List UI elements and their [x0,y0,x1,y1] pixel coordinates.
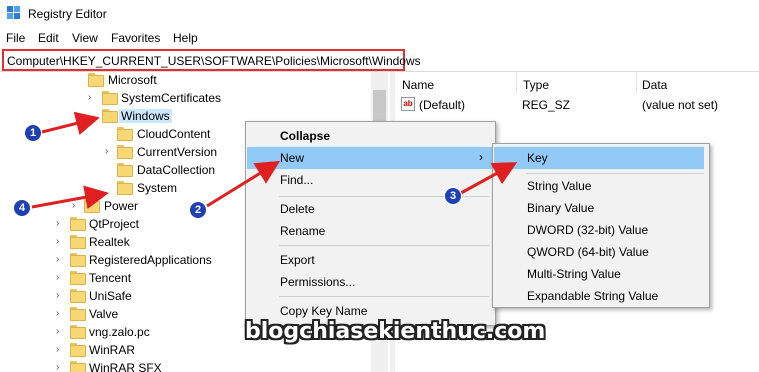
watermark: blogchiasekienthuc.com [245,319,546,344]
folder-icon [70,253,86,267]
tree-label: Valve [89,307,119,321]
chevron-right-icon[interactable]: › [56,344,66,356]
tree-label: WinRAR SFX [89,361,162,372]
step-marker-4: 4 [13,199,31,217]
folder-icon [117,163,133,177]
tree-label: Tencent [89,271,132,285]
chevron-right-icon[interactable]: › [56,254,66,266]
folder-icon [70,343,86,357]
chevron-right-icon[interactable]: › [56,236,66,248]
chevron-right-icon: › [479,150,483,164]
address-bar[interactable]: Computer\HKEY_CURRENT_USER\SOFTWARE\Poli… [2,49,421,71]
chevron-right-icon[interactable]: › [56,290,66,302]
menu-edit[interactable]: Edit [38,31,59,45]
submenu-item-binary-value[interactable]: Binary Value [494,197,710,219]
chevron-right-icon[interactable]: › [56,218,66,230]
menu-item-collapse[interactable]: Collapse [247,125,496,147]
folder-icon [117,181,133,195]
menu-item-rename[interactable]: Rename [247,220,496,242]
submenu-item-key[interactable]: Key [494,147,704,169]
column-type[interactable]: Type [523,78,549,92]
menu-separator [526,173,704,174]
value-type: REG_SZ [522,98,571,112]
value-data: (value not set) [642,98,719,112]
new-submenu: Key String Value Binary Value DWORD (32-… [492,143,710,308]
chevron-down-icon[interactable]: ⌄ [88,110,98,122]
menu-bar: File Edit View Favorites Help [0,28,759,48]
folder-icon [70,361,86,372]
folder-icon [70,217,86,231]
submenu-item-qword-value[interactable]: QWORD (64-bit) Value [494,241,710,263]
menu-item-permissions[interactable]: Permissions... [247,271,496,293]
list-row[interactable]: ab (Default) REG_SZ (value not set) [395,96,759,114]
menu-view[interactable]: View [72,31,98,45]
column-divider[interactable] [636,72,637,94]
menu-file[interactable]: File [6,31,25,45]
tree-label: CloudContent [137,127,211,141]
chevron-right-icon[interactable]: › [72,200,82,212]
menu-separator [279,296,489,297]
chevron-right-icon[interactable]: › [56,308,66,320]
chevron-right-icon[interactable]: › [88,92,98,104]
column-divider[interactable] [516,72,517,94]
tree-label: System [137,181,178,195]
folder-icon [102,109,118,123]
folder-icon [117,145,133,159]
tree-label: DataCollection [137,163,216,177]
chevron-right-icon[interactable]: › [56,326,66,338]
folder-icon [88,73,104,87]
tree-label: vng.zalo.pc [89,325,150,339]
tree-label: Power [104,199,139,213]
tree-label: RegisteredApplications [89,253,212,267]
step-marker-1: 1 [24,124,42,142]
folder-icon [70,307,86,321]
menu-item-new[interactable]: New › [247,147,496,169]
tree-label: SystemCertificates [121,91,222,105]
folder-icon [70,325,86,339]
tree-label: WinRAR [89,343,136,357]
menu-separator [279,245,489,246]
column-name[interactable]: Name [402,78,434,92]
tree-label: UniSafe [89,289,132,303]
folder-icon [70,235,86,249]
title-bar: Registry Editor [0,0,759,28]
string-value-icon: ab [401,97,415,111]
list-header: Name Type Data [395,72,759,94]
tree-label: Windows [119,109,172,123]
chevron-right-icon[interactable]: › [105,146,115,158]
submenu-item-multi-string-value[interactable]: Multi-String Value [494,263,710,285]
menu-item-export[interactable]: Export [247,249,496,271]
folder-icon [70,289,86,303]
folder-icon [102,91,118,105]
submenu-item-dword-value[interactable]: DWORD (32-bit) Value [494,219,710,241]
folder-icon [117,127,133,141]
submenu-item-expandable-string-value[interactable]: Expandable String Value [494,285,710,307]
menu-favorites[interactable]: Favorites [111,31,160,45]
step-marker-2: 2 [189,201,207,219]
address-path: Computer\HKEY_CURRENT_USER\SOFTWARE\Poli… [7,54,421,68]
menu-item-find[interactable]: Find... [247,169,496,191]
column-data[interactable]: Data [642,78,667,92]
folder-icon [70,271,86,285]
value-name: (Default) [419,98,466,112]
tree-label: CurrentVersion [137,145,218,159]
step-marker-3: 3 [444,187,462,205]
menu-help[interactable]: Help [173,31,198,45]
folder-icon [84,199,100,213]
chevron-right-icon[interactable]: › [56,362,66,372]
submenu-item-string-value[interactable]: String Value [494,175,710,197]
tree-label: QtProject [89,217,140,231]
context-menu: Collapse New › Find... Delete Rename Exp… [245,121,496,326]
registry-editor-icon [7,6,20,19]
chevron-right-icon[interactable]: › [56,272,66,284]
tree-label: Microsoft [108,73,157,87]
tree-label: Realtek [89,235,130,249]
window-title: Registry Editor [28,7,107,21]
